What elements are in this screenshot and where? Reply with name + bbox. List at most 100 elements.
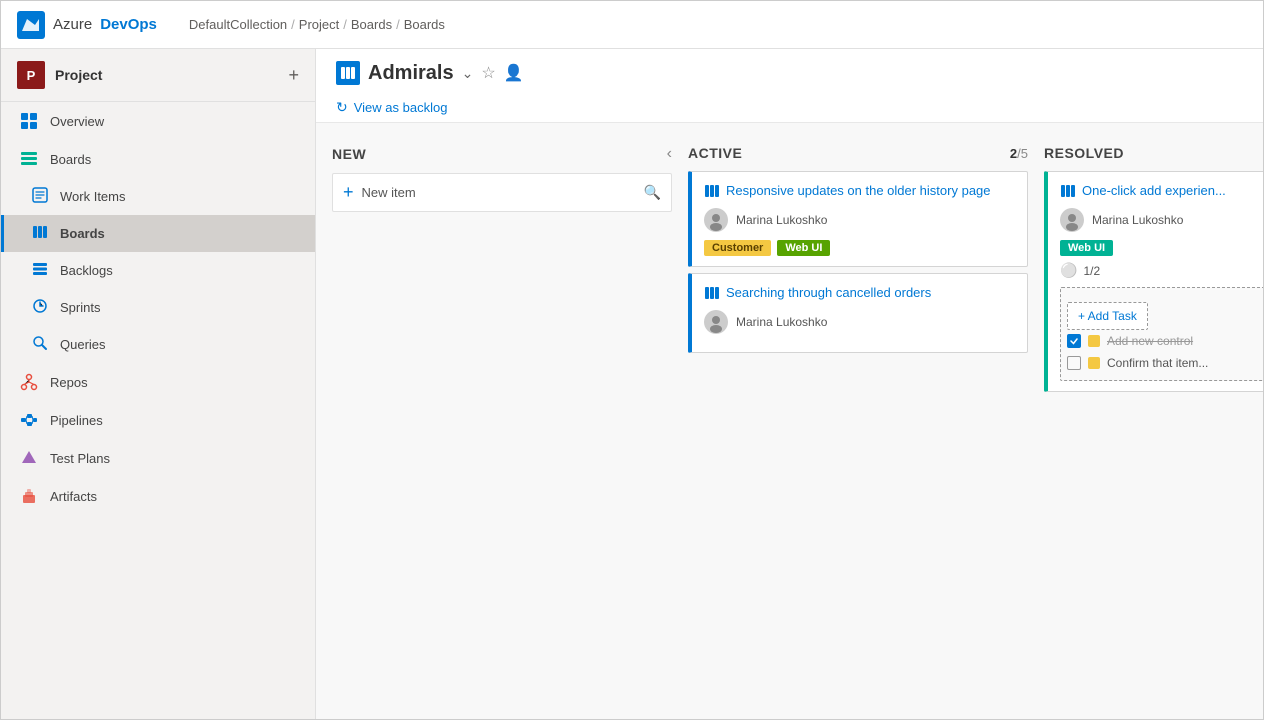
sidebar-item-backlogs[interactable]: Backlogs: [1, 252, 315, 289]
queries-icon: [32, 335, 48, 354]
overview-icon: [20, 112, 38, 130]
sidebar-item-work-items[interactable]: Work Items: [1, 178, 315, 215]
progress-icon: ⚪: [1060, 262, 1077, 279]
task-2-icon: [1087, 356, 1101, 370]
column-active-header: Active 2/5: [688, 139, 1028, 171]
boards-parent-label: Boards: [50, 152, 91, 167]
artifacts-label: Artifacts: [50, 489, 97, 504]
boards-parent-icon: [20, 150, 38, 168]
task-1-icon: [1087, 334, 1101, 348]
work-items-icon: [32, 187, 48, 206]
column-resolved: Resolved One-click add experien...: [1044, 139, 1263, 703]
board-title: Admirals: [368, 62, 454, 85]
column-resolved-title: Resolved: [1044, 145, 1124, 161]
repos-label: Repos: [50, 375, 88, 390]
backlogs-icon: [32, 261, 48, 280]
sprints-label: Sprints: [60, 300, 100, 315]
new-item-label: New item: [362, 185, 416, 200]
column-new-collapse-button[interactable]: ‹: [667, 145, 672, 163]
column-resolved-header: Resolved: [1044, 139, 1263, 171]
card-resolved-1-tag-webui[interactable]: Web UI: [1060, 240, 1113, 256]
view-as-backlog-link[interactable]: View as backlog: [354, 100, 448, 115]
card-active-1: Responsive updates on the older history …: [688, 171, 1028, 267]
sidebar: P Project + Overview B: [1, 49, 316, 719]
card-type-icon-2: [704, 285, 720, 301]
team-button[interactable]: 👤: [504, 63, 524, 83]
breadcrumb-item-2[interactable]: Project: [299, 17, 339, 32]
app-name-highlight: DevOps: [100, 16, 157, 33]
card-active-1-title[interactable]: Responsive updates on the older history …: [726, 182, 991, 200]
card-resolved-type-icon: [1060, 183, 1076, 199]
new-item-plus-icon: +: [343, 182, 354, 203]
board-area: New ‹ + New item 🔍 Active: [316, 123, 1263, 719]
backlogs-label: Backlogs: [60, 263, 113, 278]
test-plans-label: Test Plans: [50, 451, 110, 466]
boards-sub-label: Boards: [60, 226, 105, 241]
card-resolved-1-progress: ⚪ 1/2: [1060, 262, 1263, 279]
add-task-button[interactable]: + Add Task: [1067, 302, 1148, 330]
card-active-1-user: Marina Lukoshko: [736, 213, 827, 227]
sidebar-nav: Overview Boards Work Items: [1, 102, 315, 515]
card-active-1-tags: Customer Web UI: [704, 240, 1015, 256]
task-2-checkbox[interactable]: [1067, 356, 1081, 370]
new-item-row[interactable]: + New item 🔍: [332, 173, 672, 212]
overview-label: Overview: [50, 114, 104, 129]
sidebar-item-queries[interactable]: Queries: [1, 326, 315, 363]
app-name-prefix: Azure: [53, 16, 92, 33]
column-new-title: New: [332, 146, 366, 162]
repos-icon: [20, 373, 38, 391]
breadcrumb: DefaultCollection / Project / Boards / B…: [189, 17, 445, 32]
card-active-2-title[interactable]: Searching through cancelled orders: [726, 284, 931, 302]
card-active-2: Searching through cancelled orders Marin…: [688, 273, 1028, 353]
logo: Azure DevOps: [17, 11, 157, 39]
card-type-icon-1: [704, 183, 720, 199]
board-type-icon: [336, 61, 360, 85]
backlog-link-row: ↻ View as backlog: [336, 93, 1243, 122]
card-active-1-tag-webui[interactable]: Web UI: [777, 240, 830, 256]
breadcrumb-item-4[interactable]: Boards: [404, 17, 445, 32]
card-active-2-avatar: [704, 310, 728, 334]
task-1-checkbox[interactable]: [1067, 334, 1081, 348]
card-active-1-avatar: [704, 208, 728, 232]
card-resolved-1-user: Marina Lukoshko: [1092, 213, 1183, 227]
breadcrumb-item-3[interactable]: Boards: [351, 17, 392, 32]
sidebar-item-repos[interactable]: Repos: [1, 363, 315, 401]
sidebar-item-boards[interactable]: Boards: [1, 215, 315, 252]
project-avatar: P: [17, 61, 45, 89]
breadcrumb-item-1[interactable]: DefaultCollection: [189, 17, 287, 32]
progress-text: 1/2: [1083, 264, 1100, 278]
sidebar-item-test-plans[interactable]: Test Plans: [1, 439, 315, 477]
queries-label: Queries: [60, 337, 106, 352]
favorite-button[interactable]: ☆: [481, 63, 495, 83]
card-resolved-1-title[interactable]: One-click add experien...: [1082, 182, 1226, 200]
project-header: P Project +: [1, 49, 315, 102]
sidebar-item-boards-parent[interactable]: Boards: [1, 140, 315, 178]
top-bar: Azure DevOps DefaultCollection / Project…: [1, 1, 1263, 49]
column-new-header: New ‹: [332, 139, 672, 173]
task-item-1: Add new control: [1067, 330, 1263, 352]
column-active-cards: Responsive updates on the older history …: [688, 171, 1028, 703]
card-active-1-tag-customer[interactable]: Customer: [704, 240, 771, 256]
card-resolved-1: One-click add experien... Marina Lukoshk…: [1044, 171, 1263, 392]
boards-sub-icon: [32, 224, 48, 243]
content-header: Admirals ⌄ ☆ 👤 ↻ View as backlog: [316, 49, 1263, 123]
new-column-search-button[interactable]: 🔍: [644, 184, 661, 201]
sidebar-item-pipelines[interactable]: Pipelines: [1, 401, 315, 439]
artifacts-icon: [20, 487, 38, 505]
card-active-2-user: Marina Lukoshko: [736, 315, 827, 329]
sidebar-item-overview[interactable]: Overview: [1, 102, 315, 140]
sidebar-item-artifacts[interactable]: Artifacts: [1, 477, 315, 515]
task-item-2: Confirm that item...: [1067, 352, 1263, 374]
sprints-icon: [32, 298, 48, 317]
task-section: + Add Task Add new control: [1060, 287, 1263, 381]
add-project-button[interactable]: +: [288, 65, 299, 86]
board-title-actions: ⌄ ☆ 👤: [462, 63, 524, 83]
sidebar-item-sprints[interactable]: Sprints: [1, 289, 315, 326]
column-resolved-cards: One-click add experien... Marina Lukoshk…: [1044, 171, 1263, 703]
board-dropdown-button[interactable]: ⌄: [462, 65, 474, 82]
column-new-cards: + New item 🔍: [332, 173, 672, 703]
project-name: Project: [55, 67, 102, 83]
pipelines-label: Pipelines: [50, 413, 103, 428]
board-title-row: Admirals ⌄ ☆ 👤: [336, 61, 1243, 85]
pipelines-icon: [20, 411, 38, 429]
